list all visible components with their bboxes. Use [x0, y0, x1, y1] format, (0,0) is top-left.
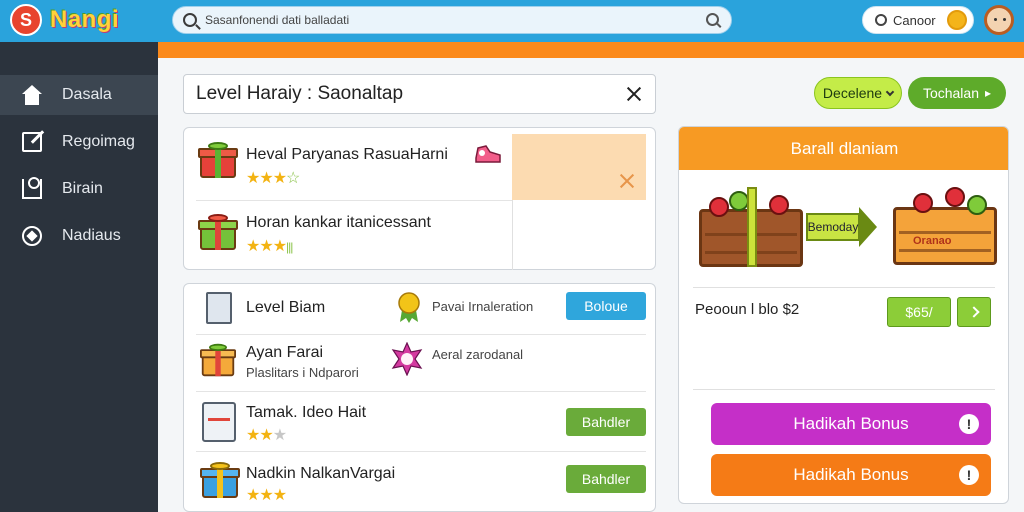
top-bar: S Nangi Sasanfonendi dati balladati Cano… [0, 0, 1024, 42]
close-icon[interactable] [625, 85, 643, 103]
avatar[interactable] [984, 5, 1014, 35]
crate-label: Oranao [913, 235, 952, 247]
chevron-right-icon: ▸ [985, 86, 992, 100]
list-item-title: Nadkin NalkanVargai [246, 465, 396, 482]
price-text: Peooun l blo $2 [695, 301, 800, 318]
search-icon [875, 14, 887, 26]
coin-icon [947, 10, 967, 30]
bonus-button-label: Hadikah Bonus [793, 465, 909, 484]
filter-dropdown-label: Decelene [822, 85, 883, 101]
rating-stars: ★★★||| [246, 238, 293, 255]
gift-icon [198, 142, 238, 178]
gift-icon [200, 462, 240, 498]
transfer-arrow: Bemoday [806, 206, 877, 248]
fruit-crate-icon: Oranao [893, 185, 997, 265]
chevron-right-icon [968, 306, 980, 318]
sidebar-item-label: Regoimag [62, 133, 135, 150]
reward-card: Barall dlaniam Oranao Peooun l blo $2 $6… [678, 126, 1009, 504]
globe-icon [22, 226, 42, 246]
divider [512, 200, 513, 270]
coins-label: Canoor [893, 12, 936, 28]
edit-icon [22, 132, 42, 152]
global-search-input[interactable]: Sasanfonendi dati balladati [172, 6, 732, 34]
gift-icon [198, 214, 238, 250]
bonus-button-2[interactable]: Hadikah Bonus ! [711, 454, 991, 496]
featured-title: Heval Paryanas RasuaHarni [246, 146, 448, 163]
rating-stars: ★★★☆ [246, 170, 300, 187]
level-list-panel: Level Biam Pavai Irnaleration Boloue Aya… [183, 283, 656, 512]
logo-text: Nangi [50, 6, 120, 33]
list-item-button[interactable]: Bahdler [566, 408, 646, 436]
list-item-side-label: Aeral zarodanal [432, 347, 524, 362]
list-item-subtitle: Plaslitars i Ndparori [246, 365, 359, 380]
sidebar-item-label: Birain [62, 180, 103, 197]
sidebar-item-label: Nadiaus [62, 227, 121, 244]
featured-panel: Heval Paryanas RasuaHarni ★★★☆ Horan kan… [183, 127, 656, 270]
user-icon [22, 177, 42, 199]
sidebar-item-nadiaus[interactable]: Nadiaus [0, 216, 158, 256]
list-item-button[interactable]: Boloue [566, 292, 646, 320]
list-item-button[interactable]: Bahdler [566, 465, 646, 493]
list-item-side-label: Pavai Irnaleration [432, 299, 534, 314]
list-item-title: Tamak. Ideo Hait [246, 404, 367, 421]
arrow-right-icon [859, 207, 877, 247]
featured-title: Horan kankar itanicessant [246, 214, 431, 231]
bonus-button-label: Hadikah Bonus [793, 414, 909, 433]
list-item-title: Ayan Farai [246, 344, 324, 361]
rating-stars: ★★★ [246, 427, 287, 444]
home-icon [22, 85, 42, 105]
dismiss-icon[interactable] [618, 172, 636, 190]
reward-card-title: Barall dlaniam [679, 127, 1008, 170]
action-button-label: Tochalan [922, 85, 979, 101]
rating-stars: ★★★ [246, 487, 287, 504]
divider [196, 334, 646, 335]
next-button[interactable] [957, 297, 991, 327]
sneaker-icon [474, 142, 501, 166]
fruit-crate-icon [699, 187, 803, 267]
featured-highlight [512, 134, 646, 200]
divider [196, 451, 646, 452]
app-logo[interactable]: S Nangi [10, 4, 119, 36]
medal-icon [396, 292, 422, 324]
search-submit-icon[interactable] [706, 13, 719, 26]
filter-dropdown[interactable]: Decelene [814, 77, 902, 109]
logo-icon: S [10, 4, 42, 36]
price-button[interactable]: $65/ [887, 297, 951, 327]
divider [196, 391, 646, 392]
divider [693, 389, 995, 390]
divider [693, 287, 995, 288]
level-search-value: Level Haraiy : Saonaltap [196, 83, 404, 104]
coins-widget[interactable]: Canoor [862, 6, 974, 34]
sidebar-item-regoimag[interactable]: Regoimag [0, 122, 158, 162]
sidebar-item-dasala[interactable]: Dasala [0, 75, 158, 115]
level-search-input[interactable]: Level Haraiy : Saonaltap [183, 74, 656, 114]
bonus-button-1[interactable]: Hadikah Bonus ! [711, 403, 991, 445]
sidebar: Dasala Regoimag Birain Nadiaus [0, 42, 158, 512]
info-icon: ! [959, 465, 979, 485]
action-button[interactable]: Tochalan ▸ [908, 77, 1006, 109]
sidebar-item-birain[interactable]: Birain [0, 169, 158, 209]
clipboard-icon [202, 402, 236, 442]
flower-badge-icon [390, 341, 424, 377]
list-item-title: Level Biam [246, 299, 326, 316]
divider [196, 200, 512, 201]
gift-icon [200, 343, 236, 377]
chevron-down-icon [885, 87, 895, 96]
search-icon [183, 13, 197, 27]
accent-strip [158, 42, 1024, 58]
document-icon [206, 292, 232, 324]
arrow-label: Bemoday [806, 213, 860, 241]
global-search-text: Sasanfonendi dati balladati [205, 13, 350, 27]
info-icon: ! [959, 414, 979, 434]
sidebar-item-label: Dasala [62, 86, 112, 103]
